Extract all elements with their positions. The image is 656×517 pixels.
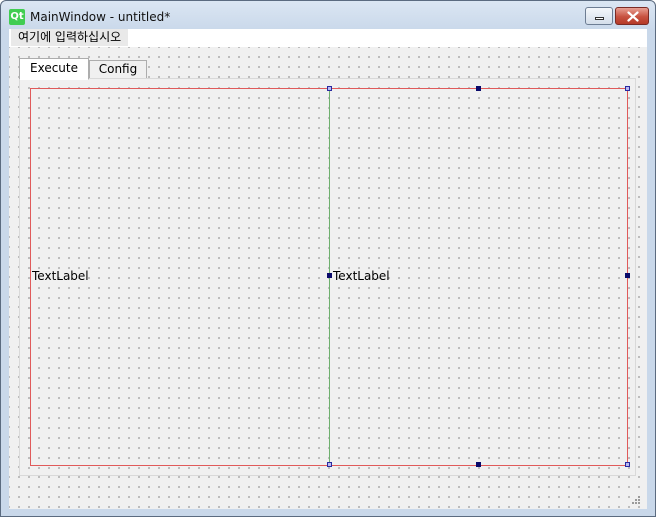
selection-handle-bottom-right[interactable] [625, 462, 630, 467]
text-label-left[interactable]: TextLabel [32, 269, 89, 283]
selection-handle-middle-right[interactable] [625, 273, 630, 278]
menu-type-here-placeholder[interactable]: 여기에 입력하십시오 [11, 29, 129, 46]
central-widget: Execute Config TextLabel TextLabel [9, 47, 647, 509]
selection-handle-top-right[interactable] [625, 86, 630, 91]
tab-execute[interactable]: Execute [19, 58, 89, 80]
designer-form-window: Qt MainWindow - untitled* 여기에 입력하십시오 Exe… [0, 0, 656, 517]
text-label-right[interactable]: TextLabel [333, 269, 390, 283]
minimize-button[interactable] [585, 7, 613, 25]
window-title: MainWindow - untitled* [30, 10, 171, 24]
tab-page-execute: TextLabel TextLabel [19, 78, 636, 476]
menu-bar: 여기에 입력하십시오 [9, 29, 647, 47]
size-grip-icon[interactable] [631, 495, 641, 505]
minimize-icon [595, 17, 604, 20]
selection-handle-top-center[interactable] [476, 86, 481, 91]
title-bar[interactable]: Qt MainWindow - untitled* [1, 1, 655, 29]
close-button[interactable] [615, 7, 649, 25]
tab-config[interactable]: Config [89, 60, 147, 79]
selection-handle-bottom-left[interactable] [327, 462, 332, 467]
selection-handle-middle-left[interactable] [327, 273, 332, 278]
selection-handle-top-left[interactable] [327, 86, 332, 91]
qt-logo-icon: Qt [9, 9, 25, 25]
selection-handle-bottom-center[interactable] [476, 462, 481, 467]
close-icon [627, 11, 639, 22]
